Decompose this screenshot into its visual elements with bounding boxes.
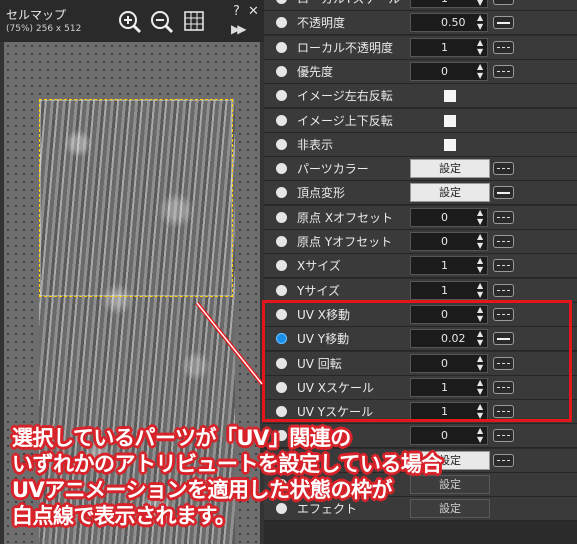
attribute-label: 原点 Yオフセット [297, 235, 393, 249]
curve-editor-button[interactable] [493, 283, 514, 297]
spinner-arrows-icon[interactable]: ▲▼ [477, 62, 486, 80]
spinner-arrows-icon[interactable]: ▲▼ [477, 256, 486, 274]
attribute-label: 優先度 [297, 64, 334, 79]
expand-arrows-icon[interactable]: ▶▶ [231, 22, 247, 36]
attribute-row[interactable]: イメージ上下反転 [264, 108, 577, 133]
attribute-row[interactable]: Xサイズ 1 ▲ ▼ [264, 254, 577, 279]
spinner-arrows-icon[interactable]: ▲▼ [477, 232, 486, 250]
attribute-radio[interactable] [276, 90, 287, 102]
close-icon[interactable]: ✕ [248, 4, 259, 19]
attribute-label: Xサイズ [297, 259, 341, 274]
attribute-radio[interactable] [276, 0, 287, 4]
spinner-arrows-icon[interactable]: ▲▼ [477, 208, 486, 226]
curve-editor-button[interactable] [493, 40, 514, 54]
attribute-checkbox[interactable] [444, 138, 456, 151]
attribute-radio[interactable] [276, 260, 287, 272]
spinner-arrows-icon[interactable]: ▲▼ [477, 38, 486, 56]
attribute-label: パーツカラー [297, 162, 369, 177]
curve-editor-button[interactable] [493, 162, 514, 176]
attribute-label: 頂点変形 [297, 186, 346, 201]
attribute-radio[interactable] [276, 138, 287, 150]
attribute-radio[interactable] [276, 187, 287, 199]
attribute-row[interactable]: パーツカラー 設定 [264, 157, 577, 182]
grid-icon[interactable] [183, 10, 205, 36]
attribute-row[interactable]: 非表示 [264, 132, 577, 157]
curve-editor-button[interactable] [493, 259, 514, 273]
curve-editor-button[interactable] [493, 210, 514, 224]
cellmap-header: セルマップ (75%) 256 x 512 ? ✕ ▶▶ [0, 0, 264, 42]
attribute-radio[interactable] [276, 114, 287, 126]
settings-button[interactable]: 設定 [410, 159, 490, 179]
annotation-text: 選択しているパーツが「UV」関連の いずれかのアトリビュートを設定している場合 UV… [12, 425, 482, 529]
attribute-row[interactable]: イメージ左右反転 [264, 84, 577, 109]
zoom-in-icon[interactable] [118, 10, 142, 38]
annotation-line: いずれかのアトリビュートを設定している場合 [12, 452, 442, 476]
help-icon[interactable]: ? [233, 4, 240, 19]
attribute-row[interactable]: 優先度 0 ▲ ▼ [264, 59, 577, 84]
spinner-arrows-icon[interactable]: ▲▼ [477, 13, 486, 31]
curve-editor-button[interactable] [493, 16, 514, 30]
settings-button[interactable]: 設定 [410, 183, 490, 203]
curve-editor-button[interactable] [493, 429, 514, 443]
attribute-row[interactable]: ローカルYスケール1▲▼ [264, 0, 577, 11]
attribute-checkbox[interactable] [444, 90, 456, 103]
attribute-row[interactable]: ローカル不透明度 1 ▲ ▼ [264, 35, 577, 60]
attribute-label: ローカルYスケール [297, 0, 400, 11]
attribute-label: 非表示 [297, 137, 334, 152]
attribute-radio[interactable] [276, 211, 287, 223]
curve-editor-button[interactable] [493, 453, 514, 467]
attribute-label: Yサイズ [297, 283, 340, 298]
cellmap-title: セルマップ [6, 8, 67, 22]
attribute-row[interactable]: 頂点変形 設定 [264, 181, 577, 206]
attribute-label: 原点 Xオフセット [297, 210, 394, 225]
attribute-row[interactable]: 原点 Yオフセット 0 ▲ ▼ [264, 230, 577, 254]
attribute-radio[interactable] [276, 236, 287, 247]
annotation-line: 選択しているパーツが「UV」関連の [12, 426, 351, 450]
curve-editor-button[interactable] [493, 64, 514, 78]
attribute-checkbox[interactable] [444, 114, 456, 127]
attribute-row[interactable]: 原点 Xオフセット 0 ▲ ▼ [264, 205, 577, 230]
spinner-arrows-icon[interactable]: ▲▼ [477, 281, 486, 299]
uv-animation-frame [39, 99, 233, 297]
curve-editor-button[interactable] [493, 186, 514, 200]
attribute-label: ローカル不透明度 [297, 40, 394, 55]
annotation-line: UVアニメーションを適用した状態の枠が [12, 478, 392, 502]
attribute-radio[interactable] [276, 17, 287, 29]
attribute-radio[interactable] [276, 284, 287, 296]
uv-attributes-highlight [262, 300, 572, 422]
attribute-row[interactable]: Yサイズ 1 ▲ ▼ [264, 278, 577, 303]
attribute-radio[interactable] [276, 41, 287, 53]
attribute-radio[interactable] [276, 163, 287, 175]
attribute-radio[interactable] [276, 65, 287, 77]
attribute-row[interactable]: 不透明度 0.50 ▲ ▼ [264, 11, 577, 36]
annotation-line: 白点線で表示されます。 [12, 504, 236, 528]
spinner-arrows-icon[interactable]: ▲▼ [477, 0, 486, 7]
zoom-out-icon[interactable] [150, 10, 174, 38]
curve-editor-button[interactable] [493, 235, 514, 248]
attribute-label: イメージ左右反転 [297, 89, 393, 104]
curve-editor-button[interactable] [493, 0, 514, 5]
attribute-label: 不透明度 [297, 16, 346, 31]
cellmap-size-label: (75%) 256 x 512 [6, 24, 82, 34]
attribute-label: イメージ上下反転 [297, 113, 393, 128]
